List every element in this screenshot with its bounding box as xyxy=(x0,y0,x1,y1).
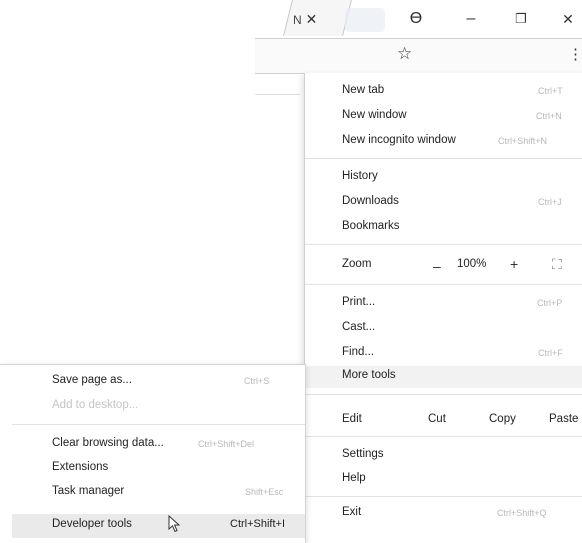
submenu-item-add-to-desktop[interactable]: Add to desktop... xyxy=(52,399,138,411)
active-tab-content: N ✕ xyxy=(293,11,317,28)
submenu-item-clear-browsing[interactable]: Clear browsing data... xyxy=(52,437,164,449)
menu-item-exit[interactable]: Exit xyxy=(342,506,361,518)
profile-icon[interactable]: ϴ xyxy=(401,6,431,32)
edit-cut-button[interactable]: Cut xyxy=(428,413,446,425)
shortcut-task-manager: Shift+Esc xyxy=(245,487,284,497)
submenu-item-save-page[interactable]: Save page as... xyxy=(52,374,132,386)
shortcut-new-incognito: Ctrl+Shift+N xyxy=(498,136,548,146)
restore-button[interactable]: ❐ xyxy=(506,6,536,32)
submenu-item-task-manager[interactable]: Task manager xyxy=(52,485,124,497)
minimize-button[interactable]: – xyxy=(456,6,486,32)
menu-separator xyxy=(305,394,582,395)
shortcut-new-tab: Ctrl+T xyxy=(538,86,563,96)
submenu-item-developer-tools[interactable]: Developer tools xyxy=(52,518,132,530)
menu-item-settings[interactable]: Settings xyxy=(342,448,384,460)
edit-copy-button[interactable]: Copy xyxy=(489,413,516,425)
menu-item-zoom: Zoom xyxy=(342,258,372,270)
menu-item-new-incognito[interactable]: New incognito window xyxy=(342,134,456,146)
menu-item-more-tools[interactable]: More tools xyxy=(342,369,396,381)
menu-item-downloads[interactable]: Downloads xyxy=(342,195,399,207)
menu-item-new-tab[interactable]: New tab xyxy=(342,84,384,96)
menu-item-new-window[interactable]: New window xyxy=(342,109,407,121)
submenu-separator xyxy=(12,424,305,425)
menu-separator xyxy=(305,244,582,245)
tab-close-icon[interactable]: ✕ xyxy=(306,11,318,27)
zoom-level: 100% xyxy=(457,258,487,270)
page-divider xyxy=(255,94,300,95)
menu-item-print[interactable]: Print... xyxy=(342,296,375,308)
tab-title: N xyxy=(293,13,302,27)
mouse-cursor-icon xyxy=(168,515,181,533)
chrome-menu-button[interactable]: ⋮ xyxy=(568,44,582,66)
menu-item-history[interactable]: History xyxy=(342,170,378,182)
submenu-item-extensions[interactable]: Extensions xyxy=(52,461,108,473)
zoom-out-button[interactable]: – xyxy=(433,258,441,274)
shortcut-new-window: Ctrl+N xyxy=(536,111,562,121)
menu-item-bookmarks[interactable]: Bookmarks xyxy=(342,220,400,232)
menu-item-cast[interactable]: Cast... xyxy=(342,321,375,333)
menu-item-find[interactable]: Find... xyxy=(342,346,374,358)
shortcut-clear-browsing: Ctrl+Shift+Del xyxy=(198,439,255,449)
omnibox-row[interactable] xyxy=(255,38,582,74)
bookmark-star-icon[interactable]: ☆ xyxy=(397,44,412,64)
edit-paste-button[interactable]: Paste xyxy=(549,413,578,425)
menu-separator xyxy=(305,158,582,159)
shortcut-find: Ctrl+F xyxy=(538,348,563,358)
shortcut-developer-tools: Ctrl+Shift+I xyxy=(230,518,286,530)
menu-item-help[interactable]: Help xyxy=(342,472,366,484)
fullscreen-icon[interactable]: ⛶ xyxy=(552,256,564,273)
zoom-in-button[interactable]: + xyxy=(510,256,518,272)
shortcut-save-page: Ctrl+S xyxy=(244,376,270,386)
menu-item-edit: Edit xyxy=(342,413,362,425)
shortcut-print: Ctrl+P xyxy=(537,298,563,308)
menu-separator xyxy=(305,496,582,497)
menu-separator xyxy=(305,284,582,285)
shortcut-downloads: Ctrl+J xyxy=(538,197,562,207)
menu-separator xyxy=(305,436,582,437)
shortcut-exit: Ctrl+Shift+Q xyxy=(497,508,547,518)
inactive-tab[interactable] xyxy=(345,8,385,32)
close-window-button[interactable]: ✕ xyxy=(553,6,582,32)
